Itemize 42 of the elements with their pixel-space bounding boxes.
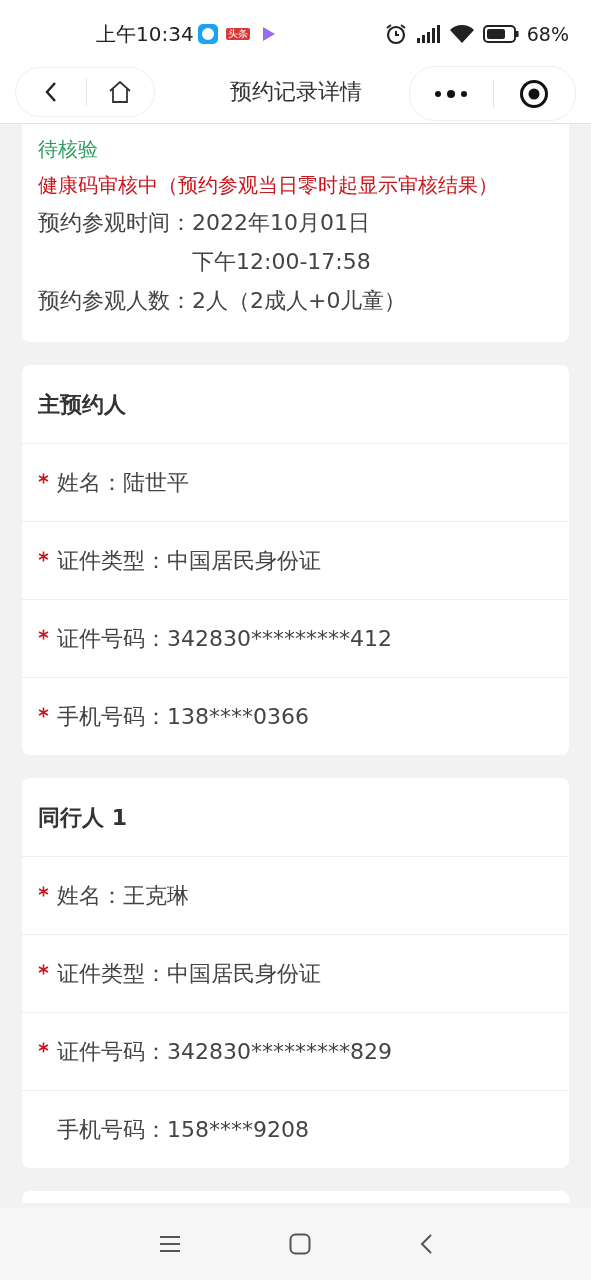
wifi-icon (448, 24, 475, 44)
field-text: 证件类型：中国居民身份证 (57, 960, 321, 988)
field-text: 姓名：陆世平 (57, 469, 189, 497)
back-icon (43, 80, 58, 103)
back-icon (418, 1233, 433, 1255)
menu-button[interactable] (158, 1235, 181, 1253)
section-title: 主预约人 (37, 390, 127, 419)
signal-icon (414, 24, 441, 44)
status-text: 待核验 (38, 136, 99, 163)
page-title: 预约记录详情 (229, 79, 362, 104)
home-key[interactable] (288, 1233, 311, 1255)
field-value: 2022年10月01日 (192, 209, 371, 237)
field-label: 预约参观时间： (38, 209, 192, 237)
menu-icon (158, 1235, 181, 1253)
status-time: 上午10:34 (96, 21, 194, 48)
target-icon (519, 78, 550, 109)
section-title: 同行人 1 (37, 803, 128, 832)
required-icon (38, 551, 49, 562)
field-text: 证件类型：中国居民身份证 (57, 547, 321, 575)
alarm-icon (384, 23, 407, 45)
health-notice: 健康码审核中（预约参观当日零时起显示审核结果） (38, 172, 499, 199)
required-icon (38, 964, 49, 975)
square-icon (288, 1233, 311, 1255)
field-value: 2人（2成人+0儿童） (192, 287, 407, 315)
field-value: 下午12:00-17:58 (192, 248, 371, 276)
field-text: 证件号码：342830*********412 (57, 625, 392, 653)
chat-app-icon (197, 24, 218, 44)
field-text: 证件号码：342830*********829 (57, 1038, 392, 1066)
field-label: 预约参观人数： (38, 287, 192, 315)
required-icon (38, 886, 49, 897)
required-icon (38, 629, 49, 640)
field-text: 手机号码：158****9208 (57, 1116, 309, 1144)
more-icon (434, 88, 469, 99)
required-icon (38, 1042, 49, 1053)
back-key[interactable] (418, 1233, 433, 1255)
news-app-badge: 头条 (225, 28, 250, 40)
battery-percent: 68% (526, 21, 569, 47)
battery-icon (482, 25, 519, 43)
required-icon (38, 707, 49, 718)
required-icon (38, 473, 49, 484)
field-text: 姓名：王克琳 (57, 882, 189, 910)
field-text: 手机号码：138****0366 (57, 703, 309, 731)
